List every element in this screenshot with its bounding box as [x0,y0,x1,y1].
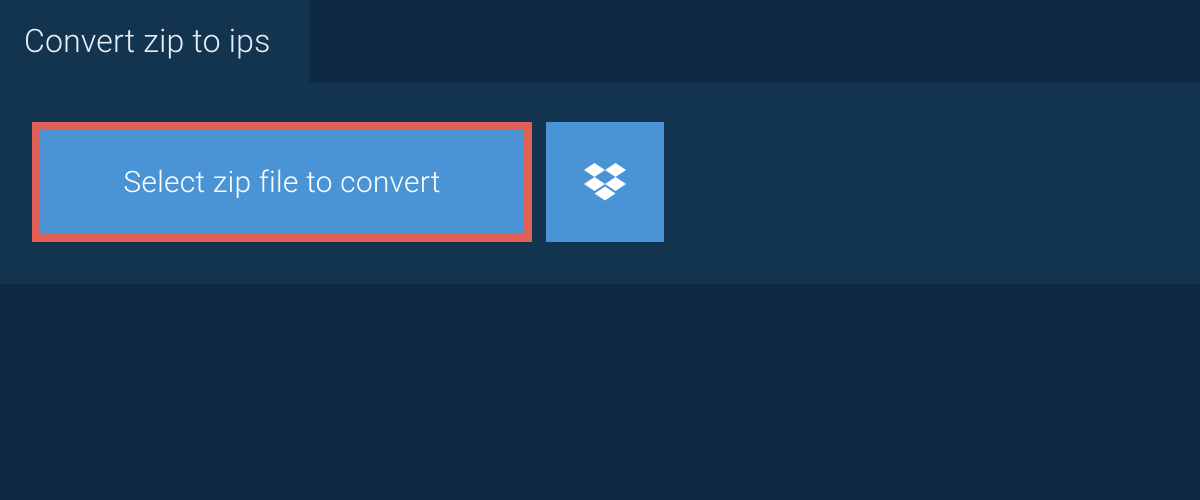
tab-convert-zip-to-ips[interactable]: Convert zip to ips [0,0,309,82]
button-row: Select zip file to convert [30,122,1170,242]
dropbox-icon [584,163,626,201]
tab-bar: Convert zip to ips [0,0,1200,82]
select-file-label: Select zip file to convert [123,165,440,200]
tab-title: Convert zip to ips [24,22,271,60]
converter-panel: Select zip file to convert [0,82,1200,284]
dropbox-button[interactable] [546,122,664,242]
select-file-button[interactable]: Select zip file to convert [32,122,532,242]
